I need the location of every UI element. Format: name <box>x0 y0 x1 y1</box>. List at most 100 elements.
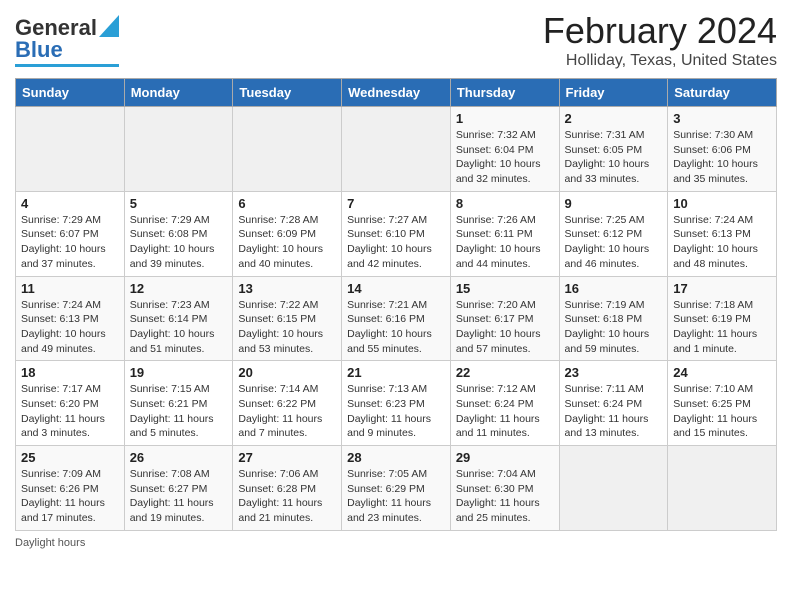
day-number: 9 <box>565 196 663 211</box>
calendar-header: SundayMondayTuesdayWednesdayThursdayFrid… <box>16 79 777 107</box>
calendar-subtitle: Holliday, Texas, United States <box>543 52 777 70</box>
calendar-cell: 21 Sunrise: 7:13 AM Sunset: 6:23 PM Dayli… <box>342 361 451 446</box>
weekday-header-friday: Friday <box>559 79 668 107</box>
day-number: 11 <box>21 281 119 296</box>
calendar-cell: 5 Sunrise: 7:29 AM Sunset: 6:08 PM Daylig… <box>124 191 233 276</box>
day-number: 28 <box>347 450 445 465</box>
day-number: 17 <box>673 281 771 296</box>
day-number: 23 <box>565 365 663 380</box>
day-number: 6 <box>238 196 336 211</box>
day-info: Sunrise: 7:18 AM Sunset: 6:19 PM Dayligh… <box>673 298 771 357</box>
day-number: 20 <box>238 365 336 380</box>
calendar-cell: 16Sunrise: 7:19 AM Sunset: 6:18 PM Dayli… <box>559 276 668 361</box>
calendar-cell: 10 Sunrise: 7:24 AM Sunset: 6:13 PM Dayli… <box>668 191 777 276</box>
day-info: Sunrise: 7:06 AM Sunset: 6:28 PM Dayligh… <box>238 467 336 526</box>
day-info: Sunrise: 7:29 AM Sunset: 6:07 PM Dayligh… <box>21 213 119 272</box>
logo-icon <box>99 15 119 37</box>
calendar-cell: 22 Sunrise: 7:12 AM Sunset: 6:24 PM Dayli… <box>450 361 559 446</box>
calendar-cell: 18 Sunrise: 7:17 AM Sunset: 6:20 PM Dayli… <box>16 361 125 446</box>
calendar-cell: 28 Sunrise: 7:05 AM Sunset: 6:29 PM Dayli… <box>342 446 451 531</box>
day-number: 5 <box>130 196 228 211</box>
calendar-cell: 26 Sunrise: 7:08 AM Sunset: 6:27 PM Dayli… <box>124 446 233 531</box>
calendar-cell: 1Sunrise: 7:32 AM Sunset: 6:04 PM Daylig… <box>450 107 559 192</box>
calendar-table: SundayMondayTuesdayWednesdayThursdayFrid… <box>15 78 777 531</box>
day-info: Sunrise: 7:24 AM Sunset: 6:13 PM Dayligh… <box>673 213 771 272</box>
footer-note: Daylight hours <box>15 537 777 549</box>
calendar-cell <box>124 107 233 192</box>
calendar-cell: 25 Sunrise: 7:09 AM Sunset: 6:26 PM Dayli… <box>16 446 125 531</box>
calendar-cell <box>16 107 125 192</box>
day-number: 29 <box>456 450 554 465</box>
week-row-4: 18 Sunrise: 7:17 AM Sunset: 6:20 PM Dayli… <box>16 361 777 446</box>
day-number: 26 <box>130 450 228 465</box>
calendar-cell: 27 Sunrise: 7:06 AM Sunset: 6:28 PM Dayli… <box>233 446 342 531</box>
calendar-cell: 4 Sunrise: 7:29 AM Sunset: 6:07 PM Daylig… <box>16 191 125 276</box>
day-number: 4 <box>21 196 119 211</box>
day-info: Sunrise: 7:24 AM Sunset: 6:13 PM Dayligh… <box>21 298 119 357</box>
day-number: 24 <box>673 365 771 380</box>
day-info: Sunrise: 7:21 AM Sunset: 6:16 PM Dayligh… <box>347 298 445 357</box>
week-row-2: 4 Sunrise: 7:29 AM Sunset: 6:07 PM Daylig… <box>16 191 777 276</box>
logo: General Blue <box>15 15 119 67</box>
day-info: Sunrise: 7:15 AM Sunset: 6:21 PM Dayligh… <box>130 382 228 441</box>
calendar-cell: 9Sunrise: 7:25 AM Sunset: 6:12 PM Daylig… <box>559 191 668 276</box>
day-number: 2 <box>565 111 663 126</box>
day-number: 21 <box>347 365 445 380</box>
calendar-cell <box>668 446 777 531</box>
weekday-header-monday: Monday <box>124 79 233 107</box>
day-info: Sunrise: 7:13 AM Sunset: 6:23 PM Dayligh… <box>347 382 445 441</box>
page-header: General Blue February 2024 Holliday, Tex… <box>15 10 777 70</box>
day-info: Sunrise: 7:09 AM Sunset: 6:26 PM Dayligh… <box>21 467 119 526</box>
calendar-cell <box>559 446 668 531</box>
day-info: Sunrise: 7:14 AM Sunset: 6:22 PM Dayligh… <box>238 382 336 441</box>
calendar-cell: 19Sunrise: 7:15 AM Sunset: 6:21 PM Dayli… <box>124 361 233 446</box>
day-info: Sunrise: 7:17 AM Sunset: 6:20 PM Dayligh… <box>21 382 119 441</box>
calendar-cell: 7Sunrise: 7:27 AM Sunset: 6:10 PM Daylig… <box>342 191 451 276</box>
calendar-cell: 17 Sunrise: 7:18 AM Sunset: 6:19 PM Dayli… <box>668 276 777 361</box>
day-info: Sunrise: 7:31 AM Sunset: 6:05 PM Dayligh… <box>565 128 663 187</box>
day-info: Sunrise: 7:28 AM Sunset: 6:09 PM Dayligh… <box>238 213 336 272</box>
day-number: 10 <box>673 196 771 211</box>
day-info: Sunrise: 7:27 AM Sunset: 6:10 PM Dayligh… <box>347 213 445 272</box>
calendar-cell: 3 Sunrise: 7:30 AM Sunset: 6:06 PM Daylig… <box>668 107 777 192</box>
logo-blue: Blue <box>15 37 63 63</box>
calendar-cell <box>233 107 342 192</box>
day-number: 25 <box>21 450 119 465</box>
calendar-cell: 2 Sunrise: 7:31 AM Sunset: 6:05 PM Daylig… <box>559 107 668 192</box>
day-number: 15 <box>456 281 554 296</box>
day-number: 3 <box>673 111 771 126</box>
weekday-header-wednesday: Wednesday <box>342 79 451 107</box>
calendar-cell: 20 Sunrise: 7:14 AM Sunset: 6:22 PM Dayli… <box>233 361 342 446</box>
day-number: 13 <box>238 281 336 296</box>
calendar-title: February 2024 <box>543 10 777 52</box>
day-info: Sunrise: 7:29 AM Sunset: 6:08 PM Dayligh… <box>130 213 228 272</box>
week-row-3: 11 Sunrise: 7:24 AM Sunset: 6:13 PM Dayli… <box>16 276 777 361</box>
day-number: 16 <box>565 281 663 296</box>
day-number: 18 <box>21 365 119 380</box>
week-row-5: 25 Sunrise: 7:09 AM Sunset: 6:26 PM Dayli… <box>16 446 777 531</box>
calendar-cell: 11 Sunrise: 7:24 AM Sunset: 6:13 PM Dayli… <box>16 276 125 361</box>
day-info: Sunrise: 7:30 AM Sunset: 6:06 PM Dayligh… <box>673 128 771 187</box>
week-row-1: 1Sunrise: 7:32 AM Sunset: 6:04 PM Daylig… <box>16 107 777 192</box>
day-info: Sunrise: 7:22 AM Sunset: 6:15 PM Dayligh… <box>238 298 336 357</box>
day-number: 27 <box>238 450 336 465</box>
logo-underline <box>15 64 119 67</box>
day-number: 12 <box>130 281 228 296</box>
calendar-cell: 14Sunrise: 7:21 AM Sunset: 6:16 PM Dayli… <box>342 276 451 361</box>
day-info: Sunrise: 7:32 AM Sunset: 6:04 PM Dayligh… <box>456 128 554 187</box>
day-info: Sunrise: 7:04 AM Sunset: 6:30 PM Dayligh… <box>456 467 554 526</box>
day-info: Sunrise: 7:10 AM Sunset: 6:25 PM Dayligh… <box>673 382 771 441</box>
calendar-cell: 13 Sunrise: 7:22 AM Sunset: 6:15 PM Dayli… <box>233 276 342 361</box>
calendar-body: 1Sunrise: 7:32 AM Sunset: 6:04 PM Daylig… <box>16 107 777 531</box>
day-info: Sunrise: 7:08 AM Sunset: 6:27 PM Dayligh… <box>130 467 228 526</box>
calendar-cell: 24 Sunrise: 7:10 AM Sunset: 6:25 PM Dayli… <box>668 361 777 446</box>
calendar-cell <box>342 107 451 192</box>
day-info: Sunrise: 7:05 AM Sunset: 6:29 PM Dayligh… <box>347 467 445 526</box>
day-info: Sunrise: 7:12 AM Sunset: 6:24 PM Dayligh… <box>456 382 554 441</box>
footer-note-text: Daylight hours <box>15 537 85 549</box>
calendar-cell: 6 Sunrise: 7:28 AM Sunset: 6:09 PM Daylig… <box>233 191 342 276</box>
weekday-header-saturday: Saturday <box>668 79 777 107</box>
day-info: Sunrise: 7:20 AM Sunset: 6:17 PM Dayligh… <box>456 298 554 357</box>
day-number: 22 <box>456 365 554 380</box>
calendar-cell: 15 Sunrise: 7:20 AM Sunset: 6:17 PM Dayli… <box>450 276 559 361</box>
